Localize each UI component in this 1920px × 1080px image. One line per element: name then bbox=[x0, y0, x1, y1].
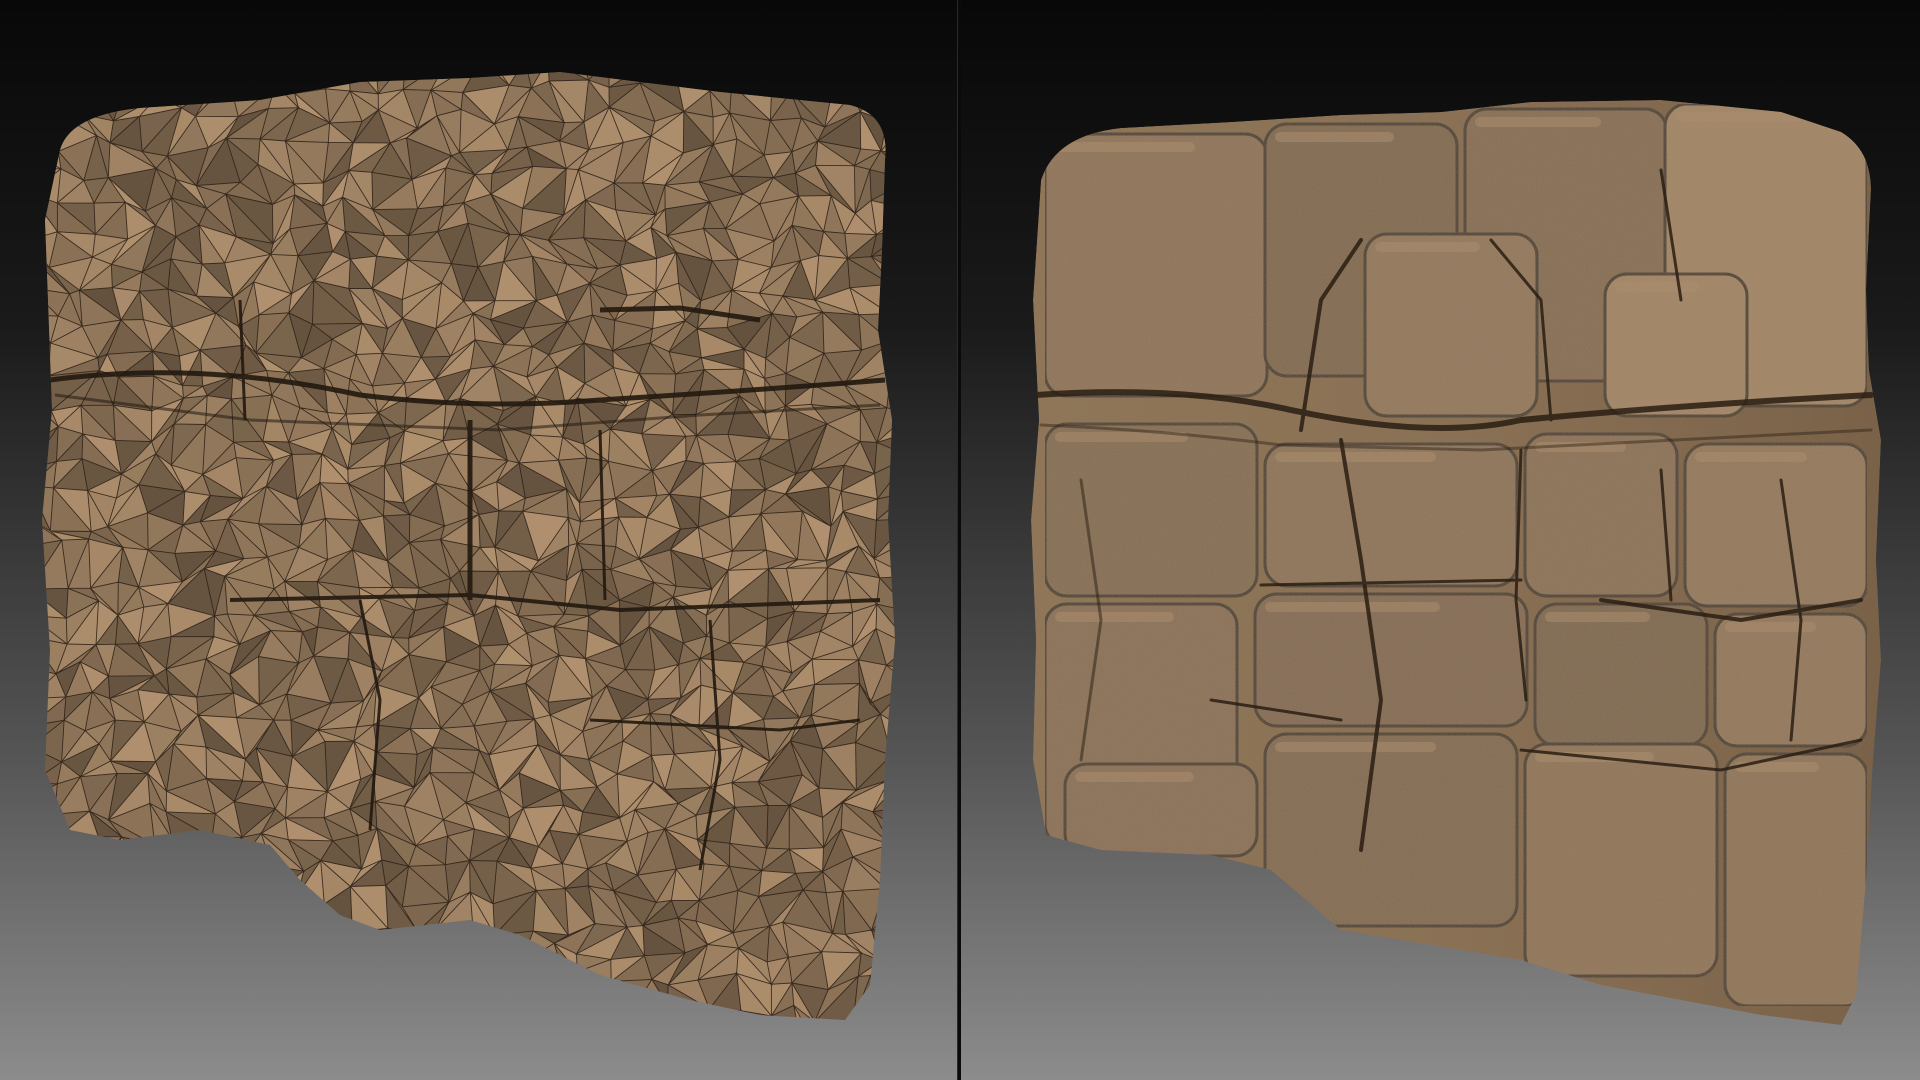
viewport-stage bbox=[0, 0, 1920, 1080]
left-viewport[interactable] bbox=[0, 0, 957, 1080]
low-poly-rock-mesh bbox=[42, 72, 895, 1020]
right-viewport[interactable] bbox=[961, 0, 1920, 1080]
sculpted-rock-mesh bbox=[1031, 100, 1881, 1025]
